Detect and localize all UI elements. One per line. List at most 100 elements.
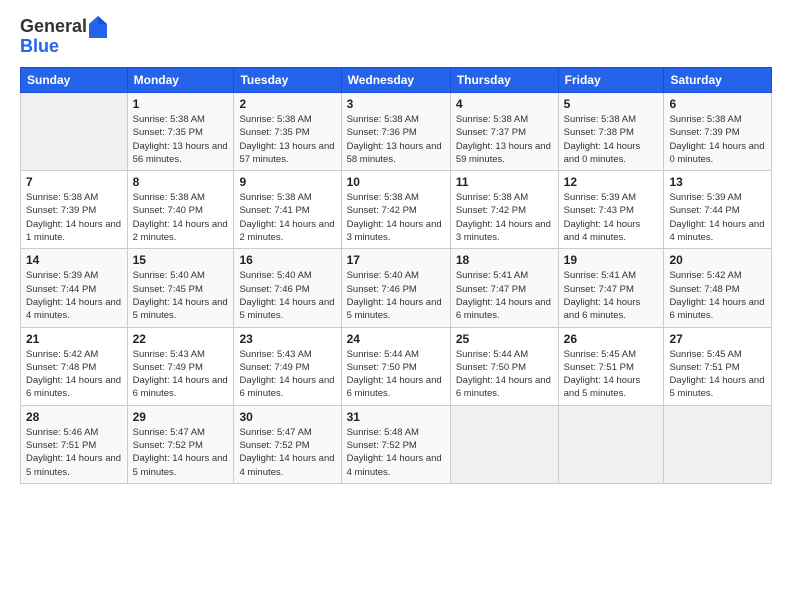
sunrise-text: Sunrise: 5:39 AM <box>564 192 636 203</box>
day-info: Sunrise: 5:38 AM Sunset: 7:40 PM Dayligh… <box>133 191 229 244</box>
day-number: 7 <box>26 175 122 189</box>
calendar-cell: 19 Sunrise: 5:41 AM Sunset: 7:47 PM Dayl… <box>558 249 664 327</box>
day-number: 12 <box>564 175 659 189</box>
sunset-text: Sunset: 7:51 PM <box>669 362 739 373</box>
day-info: Sunrise: 5:38 AM Sunset: 7:35 PM Dayligh… <box>133 113 229 166</box>
sunset-text: Sunset: 7:42 PM <box>456 205 526 216</box>
day-number: 20 <box>669 253 766 267</box>
sunset-text: Sunset: 7:41 PM <box>239 205 309 216</box>
calendar-cell: 17 Sunrise: 5:40 AM Sunset: 7:46 PM Dayl… <box>341 249 450 327</box>
sunrise-text: Sunrise: 5:38 AM <box>26 192 98 203</box>
sunset-text: Sunset: 7:50 PM <box>347 362 417 373</box>
day-number: 11 <box>456 175 553 189</box>
sunset-text: Sunset: 7:47 PM <box>564 284 634 295</box>
sunset-text: Sunset: 7:37 PM <box>456 127 526 138</box>
day-info: Sunrise: 5:41 AM Sunset: 7:47 PM Dayligh… <box>564 269 659 322</box>
calendar-cell <box>664 405 772 483</box>
calendar-cell: 21 Sunrise: 5:42 AM Sunset: 7:48 PM Dayl… <box>21 327 128 405</box>
daylight-text: Daylight: 13 hours and 58 minutes. <box>347 141 442 165</box>
day-number: 26 <box>564 332 659 346</box>
day-number: 6 <box>669 97 766 111</box>
sunset-text: Sunset: 7:51 PM <box>26 440 96 451</box>
sunset-text: Sunset: 7:52 PM <box>239 440 309 451</box>
sunset-text: Sunset: 7:46 PM <box>239 284 309 295</box>
day-info: Sunrise: 5:40 AM Sunset: 7:45 PM Dayligh… <box>133 269 229 322</box>
day-info: Sunrise: 5:38 AM Sunset: 7:42 PM Dayligh… <box>347 191 445 244</box>
calendar-cell: 12 Sunrise: 5:39 AM Sunset: 7:43 PM Dayl… <box>558 171 664 249</box>
calendar-cell: 20 Sunrise: 5:42 AM Sunset: 7:48 PM Dayl… <box>664 249 772 327</box>
sunset-text: Sunset: 7:39 PM <box>26 205 96 216</box>
logo-blue-line: Blue <box>20 36 107 57</box>
sunrise-text: Sunrise: 5:42 AM <box>669 270 741 281</box>
calendar-cell: 24 Sunrise: 5:44 AM Sunset: 7:50 PM Dayl… <box>341 327 450 405</box>
sunrise-text: Sunrise: 5:48 AM <box>347 427 419 438</box>
sunrise-text: Sunrise: 5:38 AM <box>133 114 205 125</box>
day-number: 3 <box>347 97 445 111</box>
sunset-text: Sunset: 7:38 PM <box>564 127 634 138</box>
calendar-cell: 28 Sunrise: 5:46 AM Sunset: 7:51 PM Dayl… <box>21 405 128 483</box>
day-info: Sunrise: 5:38 AM Sunset: 7:37 PM Dayligh… <box>456 113 553 166</box>
day-number: 4 <box>456 97 553 111</box>
day-info: Sunrise: 5:41 AM Sunset: 7:47 PM Dayligh… <box>456 269 553 322</box>
calendar-cell: 3 Sunrise: 5:38 AM Sunset: 7:36 PM Dayli… <box>341 93 450 171</box>
sunset-text: Sunset: 7:45 PM <box>133 284 203 295</box>
sunrise-text: Sunrise: 5:40 AM <box>347 270 419 281</box>
sunset-text: Sunset: 7:50 PM <box>456 362 526 373</box>
day-number: 5 <box>564 97 659 111</box>
sunset-text: Sunset: 7:48 PM <box>669 284 739 295</box>
day-number: 22 <box>133 332 229 346</box>
sunrise-text: Sunrise: 5:38 AM <box>456 114 528 125</box>
daylight-text: Daylight: 14 hours and 5 minutes. <box>669 375 764 399</box>
calendar-cell: 8 Sunrise: 5:38 AM Sunset: 7:40 PM Dayli… <box>127 171 234 249</box>
day-info: Sunrise: 5:45 AM Sunset: 7:51 PM Dayligh… <box>669 348 766 401</box>
daylight-text: Daylight: 14 hours and 6 minutes. <box>564 297 641 321</box>
day-number: 30 <box>239 410 335 424</box>
calendar-cell: 26 Sunrise: 5:45 AM Sunset: 7:51 PM Dayl… <box>558 327 664 405</box>
sunrise-text: Sunrise: 5:43 AM <box>239 349 311 360</box>
day-info: Sunrise: 5:39 AM Sunset: 7:44 PM Dayligh… <box>669 191 766 244</box>
day-number: 31 <box>347 410 445 424</box>
calendar-week-row: 7 Sunrise: 5:38 AM Sunset: 7:39 PM Dayli… <box>21 171 772 249</box>
calendar-header-row: SundayMondayTuesdayWednesdayThursdayFrid… <box>21 68 772 93</box>
day-info: Sunrise: 5:39 AM Sunset: 7:44 PM Dayligh… <box>26 269 122 322</box>
day-info: Sunrise: 5:38 AM Sunset: 7:39 PM Dayligh… <box>26 191 122 244</box>
day-info: Sunrise: 5:40 AM Sunset: 7:46 PM Dayligh… <box>347 269 445 322</box>
sunset-text: Sunset: 7:52 PM <box>133 440 203 451</box>
day-number: 25 <box>456 332 553 346</box>
calendar-cell: 29 Sunrise: 5:47 AM Sunset: 7:52 PM Dayl… <box>127 405 234 483</box>
day-info: Sunrise: 5:38 AM Sunset: 7:38 PM Dayligh… <box>564 113 659 166</box>
sunset-text: Sunset: 7:35 PM <box>239 127 309 138</box>
daylight-text: Daylight: 14 hours and 2 minutes. <box>239 219 334 243</box>
calendar-cell: 1 Sunrise: 5:38 AM Sunset: 7:35 PM Dayli… <box>127 93 234 171</box>
sunset-text: Sunset: 7:49 PM <box>133 362 203 373</box>
calendar-cell: 16 Sunrise: 5:40 AM Sunset: 7:46 PM Dayl… <box>234 249 341 327</box>
daylight-text: Daylight: 14 hours and 5 minutes. <box>239 297 334 321</box>
calendar-week-row: 1 Sunrise: 5:38 AM Sunset: 7:35 PM Dayli… <box>21 93 772 171</box>
daylight-text: Daylight: 14 hours and 0 minutes. <box>564 141 641 165</box>
calendar-cell: 23 Sunrise: 5:43 AM Sunset: 7:49 PM Dayl… <box>234 327 341 405</box>
daylight-text: Daylight: 14 hours and 4 minutes. <box>239 453 334 477</box>
day-number: 16 <box>239 253 335 267</box>
sunset-text: Sunset: 7:52 PM <box>347 440 417 451</box>
day-info: Sunrise: 5:38 AM Sunset: 7:35 PM Dayligh… <box>239 113 335 166</box>
sunset-text: Sunset: 7:35 PM <box>133 127 203 138</box>
calendar-cell <box>450 405 558 483</box>
sunrise-text: Sunrise: 5:40 AM <box>133 270 205 281</box>
sunrise-text: Sunrise: 5:38 AM <box>564 114 636 125</box>
logo-general-text: General <box>20 16 87 36</box>
day-info: Sunrise: 5:48 AM Sunset: 7:52 PM Dayligh… <box>347 426 445 479</box>
sunrise-text: Sunrise: 5:38 AM <box>133 192 205 203</box>
sunset-text: Sunset: 7:51 PM <box>564 362 634 373</box>
sunrise-text: Sunrise: 5:38 AM <box>669 114 741 125</box>
calendar-cell <box>21 93 128 171</box>
day-number: 10 <box>347 175 445 189</box>
daylight-text: Daylight: 14 hours and 4 minutes. <box>669 219 764 243</box>
sunset-text: Sunset: 7:43 PM <box>564 205 634 216</box>
day-info: Sunrise: 5:40 AM Sunset: 7:46 PM Dayligh… <box>239 269 335 322</box>
daylight-text: Daylight: 14 hours and 4 minutes. <box>26 297 121 321</box>
day-header-monday: Monday <box>127 68 234 93</box>
page: General Blue SundayMondayTuesdayWednesda… <box>0 0 792 612</box>
sunrise-text: Sunrise: 5:38 AM <box>347 114 419 125</box>
daylight-text: Daylight: 14 hours and 3 minutes. <box>456 219 551 243</box>
day-info: Sunrise: 5:38 AM Sunset: 7:42 PM Dayligh… <box>456 191 553 244</box>
